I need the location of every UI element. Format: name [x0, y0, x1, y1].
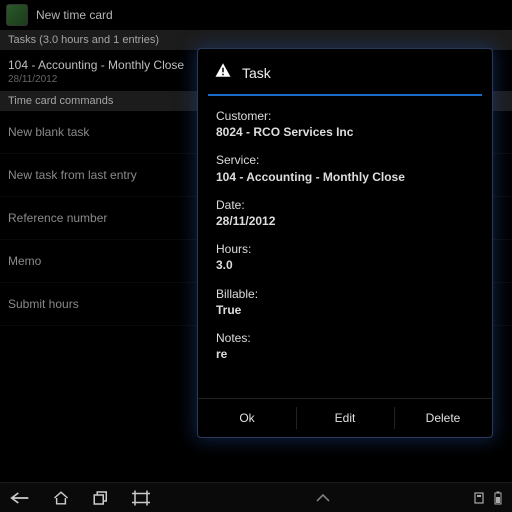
label-date: Date:	[216, 197, 474, 213]
battery-icon	[494, 491, 502, 505]
tasks-section-header: Tasks (3.0 hours and 1 entries)	[0, 30, 512, 50]
ok-button[interactable]: Ok	[198, 399, 296, 437]
dialog-body: Customer: 8024 - RCO Services Inc Servic…	[198, 108, 492, 398]
label-billable: Billable:	[216, 286, 474, 302]
edit-button[interactable]: Edit	[296, 399, 394, 437]
value-date: 28/11/2012	[216, 213, 474, 229]
expand-caret-icon[interactable]	[316, 494, 330, 502]
page-title: New time card	[36, 8, 113, 22]
value-billable: True	[216, 302, 474, 318]
value-notes: re	[216, 346, 474, 362]
value-hours: 3.0	[216, 257, 474, 273]
label-service: Service:	[216, 152, 474, 168]
warning-icon	[214, 61, 232, 84]
label-notes: Notes:	[216, 330, 474, 346]
home-icon[interactable]	[52, 490, 70, 506]
label-customer: Customer:	[216, 108, 474, 124]
status-icon-1	[474, 492, 484, 504]
field-notes: Notes: re	[216, 330, 474, 362]
dialog-title: Task	[242, 65, 271, 81]
label-hours: Hours:	[216, 241, 474, 257]
back-icon[interactable]	[10, 491, 30, 505]
recent-apps-icon[interactable]	[92, 490, 110, 506]
value-customer: 8024 - RCO Services Inc	[216, 124, 474, 140]
field-service: Service: 104 - Accounting - Monthly Clos…	[216, 152, 474, 184]
system-navbar	[0, 482, 512, 512]
field-customer: Customer: 8024 - RCO Services Inc	[216, 108, 474, 140]
screenshot-icon[interactable]	[132, 490, 150, 506]
field-date: Date: 28/11/2012	[216, 197, 474, 229]
titlebar: New time card	[0, 0, 512, 30]
dialog-buttons: Ok Edit Delete	[198, 398, 492, 437]
dialog-header: Task	[198, 49, 492, 94]
dialog-divider	[208, 94, 482, 96]
delete-button[interactable]: Delete	[394, 399, 492, 437]
task-dialog: Task Customer: 8024 - RCO Services Inc S…	[197, 48, 493, 438]
field-hours: Hours: 3.0	[216, 241, 474, 273]
value-service: 104 - Accounting - Monthly Close	[216, 169, 474, 185]
app-icon	[6, 4, 28, 26]
field-billable: Billable: True	[216, 286, 474, 318]
